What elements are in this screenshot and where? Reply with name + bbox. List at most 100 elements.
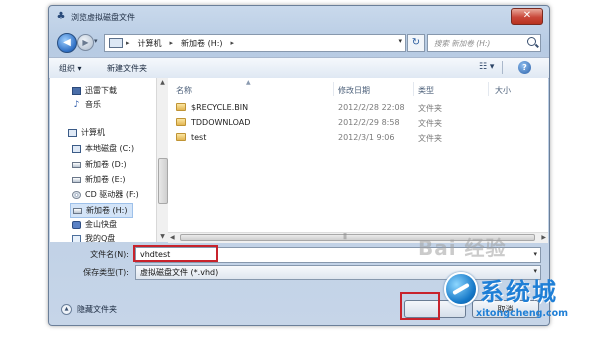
disk-icon (72, 176, 81, 183)
cloud-drive-icon (72, 220, 81, 229)
navigation-pane: 迅雷下载 ♪ 音乐 计算机 本地磁盘 (C:) 新加卷 (D:) 新加卷 (E:… (50, 78, 156, 242)
save-form: 文件名(N): vhdtest ▾ 保存类型(T): 虚拟磁盘文件 (*.vhd… (49, 244, 549, 324)
file-type: 文件夹 (418, 119, 442, 128)
column-header-name[interactable]: 名称 (176, 85, 192, 96)
column-divider[interactable] (333, 82, 334, 96)
breadcrumb-volume-h[interactable]: 新加卷 (H:) (181, 38, 223, 49)
sidebar-item-music[interactable]: ♪ 音乐 (72, 98, 101, 111)
sidebar-item-drive-e[interactable]: 新加卷 (E:) (72, 173, 126, 186)
file-dialog: ♣ 浏览虚拟磁盘文件 ✕ ◀ ▶ ▾ ▸ 计算机 ▸ 新加卷 (H:) ▸ ▾ … (48, 5, 550, 326)
title-bar: ♣ 浏览虚拟磁盘文件 ✕ (49, 6, 549, 28)
search-input[interactable]: 搜索 新加卷 (H:) (427, 34, 541, 52)
folder-icon (176, 118, 186, 126)
toolbar-divider (502, 61, 503, 74)
file-name: TDDOWNLOAD (191, 118, 251, 127)
chevron-down-icon[interactable]: ▾ (533, 267, 537, 275)
filetype-label: 保存类型(T): (83, 268, 129, 277)
chevron-right-icon[interactable]: ▸ (126, 39, 130, 47)
highlight-annotation (400, 292, 440, 320)
filename-label: 文件名(N): (90, 250, 129, 259)
filetype-value: 虚拟磁盘文件 (*.vhd) (140, 268, 219, 277)
address-row: ◀ ▶ ▾ ▸ 计算机 ▸ 新加卷 (H:) ▸ ▾ ↻ 搜索 新加卷 (H:) (49, 30, 549, 54)
navigation-scrollbar[interactable]: ▲ ▼ (156, 78, 168, 242)
disk-icon (72, 144, 81, 153)
file-type: 文件夹 (418, 134, 442, 143)
breadcrumb-computer[interactable]: 计算机 (138, 38, 162, 49)
folder-icon (176, 133, 186, 141)
file-list-hscrollbar[interactable]: ◀ ||| ▶ (168, 232, 548, 243)
address-bar[interactable]: ▸ 计算机 ▸ 新加卷 (H:) ▸ ▾ (104, 34, 406, 52)
cancel-button[interactable]: 取消 (472, 300, 539, 318)
sidebar-item-label: 新加卷 (D:) (85, 160, 127, 169)
file-name: $RECYCLE.BIN (191, 103, 249, 112)
sidebar-item-label: 本地磁盘 (C:) (85, 144, 135, 153)
disk-icon (72, 161, 81, 168)
refresh-button[interactable]: ↻ (407, 34, 425, 52)
file-type: 文件夹 (418, 104, 442, 113)
address-dropdown-icon[interactable]: ▾ (398, 37, 402, 45)
sidebar-item-drive-c[interactable]: 本地磁盘 (C:) (72, 142, 134, 155)
browser-pane: 迅雷下载 ♪ 音乐 计算机 本地磁盘 (C:) 新加卷 (D:) 新加卷 (E:… (50, 78, 548, 243)
computer-icon (68, 128, 77, 137)
sidebar-item-drive-f[interactable]: CD 驱动器 (F:) (72, 188, 139, 201)
app-icon: ♣ (56, 11, 66, 22)
chevron-right-icon[interactable]: ▸ (231, 39, 235, 47)
chevron-down-icon[interactable]: ▾ (533, 250, 537, 258)
scroll-up-icon[interactable]: ▲ (158, 79, 167, 87)
cd-icon (72, 190, 81, 199)
file-date: 2012/3/1 9:06 (338, 133, 395, 142)
command-bar: 组织 ▾ 新建文件夹 ☷ ▾ ? (49, 57, 549, 79)
folder-icon (176, 103, 186, 111)
download-folder-icon (72, 86, 81, 95)
close-button[interactable]: ✕ (511, 8, 543, 25)
sidebar-item-computer[interactable]: 计算机 (68, 126, 105, 139)
sidebar-item-label: 我的Q盘 (85, 234, 116, 242)
computer-icon (109, 38, 123, 48)
sidebar-item-label: 计算机 (81, 128, 105, 137)
scroll-left-icon[interactable]: ◀ (170, 234, 175, 241)
sidebar-item-kuaipan[interactable]: 金山快盘 (72, 218, 117, 231)
views-icon[interactable]: ☷ ▾ (479, 62, 494, 72)
organize-button[interactable]: 组织 ▾ (59, 63, 82, 74)
list-item[interactable]: TDDOWNLOAD 2012/2/29 8:58 文件夹 (168, 116, 548, 129)
sort-ascending-icon: ▲ (246, 79, 251, 86)
window-title: 浏览虚拟磁盘文件 (71, 13, 135, 22)
music-icon: ♪ (73, 99, 80, 110)
sidebar-item-drive-h[interactable]: 新加卷 (H:) (70, 203, 133, 218)
disk-icon (73, 207, 82, 214)
scrollbar-thumb[interactable] (158, 158, 168, 204)
list-item[interactable]: test 2012/3/1 9:06 文件夹 (168, 131, 548, 144)
sidebar-item-xunlei[interactable]: 迅雷下载 (72, 84, 117, 97)
sidebar-item-label: CD 驱动器 (F:) (85, 190, 139, 199)
column-header-type[interactable]: 类型 (418, 85, 434, 96)
search-placeholder: 搜索 新加卷 (H:) (434, 39, 491, 48)
sidebar-item-label: 新加卷 (H:) (86, 206, 128, 215)
column-header-date[interactable]: 修改日期 (338, 85, 370, 96)
hide-folders-toggle[interactable]: ▲ 隐藏文件夹 (61, 304, 117, 315)
qq-drive-icon (72, 234, 81, 242)
sidebar-item-label: 音乐 (85, 100, 101, 109)
highlight-annotation (133, 245, 218, 262)
column-header-size[interactable]: 大小 (495, 85, 511, 96)
column-divider[interactable] (488, 82, 489, 96)
file-name: test (191, 133, 207, 142)
history-dropdown-icon[interactable]: ▾ (94, 37, 98, 45)
scrollbar-thumb[interactable] (180, 234, 535, 241)
forward-button[interactable]: ▶ (77, 34, 94, 51)
search-icon[interactable] (527, 37, 536, 46)
sidebar-item-label: 金山快盘 (85, 220, 117, 229)
sidebar-item-drive-d[interactable]: 新加卷 (D:) (72, 158, 127, 171)
sidebar-item-qdrive[interactable]: 我的Q盘 (72, 232, 115, 242)
chevron-right-icon[interactable]: ▸ (170, 39, 174, 47)
new-folder-button[interactable]: 新建文件夹 (107, 63, 147, 74)
scroll-down-icon[interactable]: ▼ (158, 233, 167, 241)
help-icon[interactable]: ? (518, 61, 531, 74)
chevron-up-icon: ▲ (61, 304, 72, 315)
file-date: 2012/2/28 22:08 (338, 103, 405, 112)
column-divider[interactable] (413, 82, 414, 96)
list-item[interactable]: $RECYCLE.BIN 2012/2/28 22:08 文件夹 (168, 101, 548, 114)
scroll-right-icon[interactable]: ▶ (541, 234, 546, 241)
filetype-select[interactable]: 虚拟磁盘文件 (*.vhd) ▾ (135, 265, 541, 280)
sidebar-item-label: 迅雷下载 (85, 86, 117, 95)
back-button[interactable]: ◀ (57, 33, 77, 53)
